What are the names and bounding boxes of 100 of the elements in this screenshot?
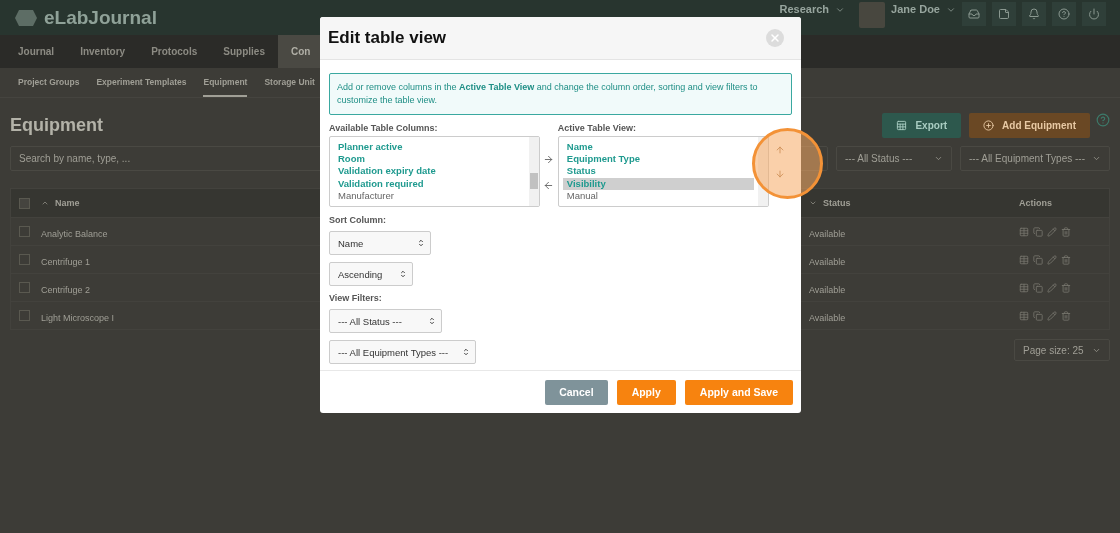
apply-button[interactable]: Apply and Save [684, 379, 793, 405]
select-value: --- All Status --- [845, 153, 913, 164]
bell-icon[interactable] [1022, 2, 1046, 26]
list-option[interactable]: Equipment Type [562, 153, 754, 166]
list-option[interactable]: Planner active [334, 141, 525, 154]
table-cell: Centrifuge 1 [41, 256, 91, 267]
scrollbar-thumb[interactable] [530, 173, 538, 189]
sort-order-select[interactable]: Ascending [329, 262, 413, 286]
table-icon[interactable] [1019, 282, 1029, 293]
subnav-tab[interactable]: Experiment Templates [96, 68, 187, 97]
trash-icon[interactable] [1061, 226, 1071, 237]
pencil-icon[interactable] [1047, 282, 1057, 293]
pencil-icon[interactable] [1047, 226, 1057, 237]
column-header[interactable]: Name [55, 198, 80, 208]
organization-name[interactable]: Research [779, 3, 830, 16]
list-option[interactable]: Validation expiry date [334, 165, 525, 178]
caret-icon [934, 154, 943, 163]
trash-icon[interactable] [1061, 254, 1071, 265]
plus-icon [983, 119, 995, 131]
cancel-button[interactable]: Cancel [545, 379, 608, 405]
table-icon[interactable] [1019, 310, 1029, 321]
checkbox[interactable] [19, 310, 30, 321]
copy-icon[interactable] [1033, 226, 1043, 237]
subnav-tab[interactable]: Project Groups [18, 68, 80, 97]
caret-icon [418, 238, 424, 248]
field-label: View Filters: [329, 293, 383, 303]
note-icon[interactable] [992, 2, 1016, 26]
checkbox[interactable] [19, 282, 30, 293]
power-icon[interactable] [1082, 2, 1106, 26]
column-header[interactable]: Status [823, 198, 851, 208]
nav-tab[interactable]: Supplies [210, 35, 278, 68]
trash-icon[interactable] [1061, 310, 1071, 321]
sort-icon[interactable] [41, 199, 49, 207]
arrow-down-icon[interactable] [775, 169, 786, 179]
export-button[interactable]: Export [882, 112, 962, 138]
inbox-icon[interactable] [962, 2, 986, 26]
caret-icon [400, 269, 406, 279]
copy-icon[interactable] [1033, 254, 1043, 265]
list-option[interactable]: Validation required [334, 177, 525, 190]
arrow-up-icon[interactable] [775, 145, 786, 155]
copy-icon[interactable] [1033, 310, 1043, 321]
table-icon[interactable] [1019, 254, 1029, 265]
caret-icon [1092, 154, 1101, 163]
checkbox[interactable] [19, 226, 30, 237]
status-filter-select[interactable]: --- All Status --- [329, 309, 442, 333]
arrow-right-icon[interactable] [543, 153, 555, 165]
sort-column-select[interactable]: Name [329, 231, 431, 255]
page-title: Equipment [10, 114, 103, 136]
caret-icon [946, 5, 956, 15]
status-filter[interactable]: --- All Status --- [836, 146, 952, 171]
table-cell: Centrifuge 2 [41, 284, 91, 295]
available-columns-list[interactable]: Planner active Room Validation expiry date Validation required Manufacturer [329, 136, 540, 207]
type-filter[interactable]: --- All Equipment Types --- [960, 146, 1110, 171]
table-cell: Available [809, 284, 846, 295]
list-option[interactable]: Status [562, 165, 754, 178]
field-label: Available Table Columns: [329, 123, 439, 133]
user-name[interactable]: Jane Doe [891, 3, 940, 16]
close-button[interactable] [766, 29, 784, 47]
nav-tab[interactable]: Inventory [67, 35, 139, 68]
scrollbar[interactable] [529, 137, 539, 206]
select-value: Page size: 25 [1023, 344, 1084, 356]
caret-icon [835, 5, 846, 15]
nav-tab[interactable]: Protocols [138, 35, 211, 68]
table-icon[interactable] [1019, 226, 1029, 237]
table-icon [896, 119, 908, 131]
checkbox[interactable] [19, 197, 30, 209]
avatar [859, 2, 886, 28]
list-option[interactable]: Manual [562, 189, 754, 202]
select-value: Ascending [338, 268, 383, 280]
copy-icon[interactable] [1033, 282, 1043, 293]
arrow-left-icon[interactable] [543, 179, 555, 191]
field-label: Active Table View: [557, 123, 637, 133]
page-size-select[interactable]: Page size: 25 [1014, 339, 1110, 361]
sort-icon[interactable] [809, 199, 817, 207]
trash-icon[interactable] [1061, 282, 1071, 293]
active-columns-list[interactable]: Name Equipment Type Status Visibility Manual [557, 136, 769, 207]
list-option[interactable]: Name [562, 141, 754, 154]
pencil-icon[interactable] [1047, 310, 1057, 321]
select-value: --- All Equipment Types --- [969, 153, 1085, 164]
subnav-tab[interactable]: Equipment [203, 68, 248, 97]
list-option[interactable]: Manufacturer [334, 189, 525, 202]
help-icon[interactable] [1096, 113, 1110, 127]
select-value: --- All Status --- [338, 315, 402, 327]
dialog-title: Edit table view [328, 28, 447, 48]
help-icon[interactable] [1052, 2, 1076, 26]
apply-button[interactable]: Apply [616, 379, 676, 405]
checkbox[interactable] [19, 254, 30, 265]
list-option[interactable]: Visibility [562, 177, 754, 190]
pencil-icon[interactable] [1047, 254, 1057, 265]
add-equipment-button[interactable]: Add Equipment [969, 112, 1090, 138]
logo-icon [14, 8, 38, 27]
type-filter-select[interactable]: --- All Equipment Types --- [329, 340, 476, 364]
subnav-tab[interactable]: Storage Unit [264, 68, 315, 97]
table-cell: Available [809, 256, 846, 267]
caret-icon [463, 347, 469, 357]
caret-icon [429, 316, 435, 326]
column-header: Actions [1019, 198, 1052, 208]
scrollbar[interactable] [757, 137, 768, 206]
list-option[interactable]: Room [334, 153, 525, 166]
nav-tab[interactable]: Journal [5, 35, 68, 68]
